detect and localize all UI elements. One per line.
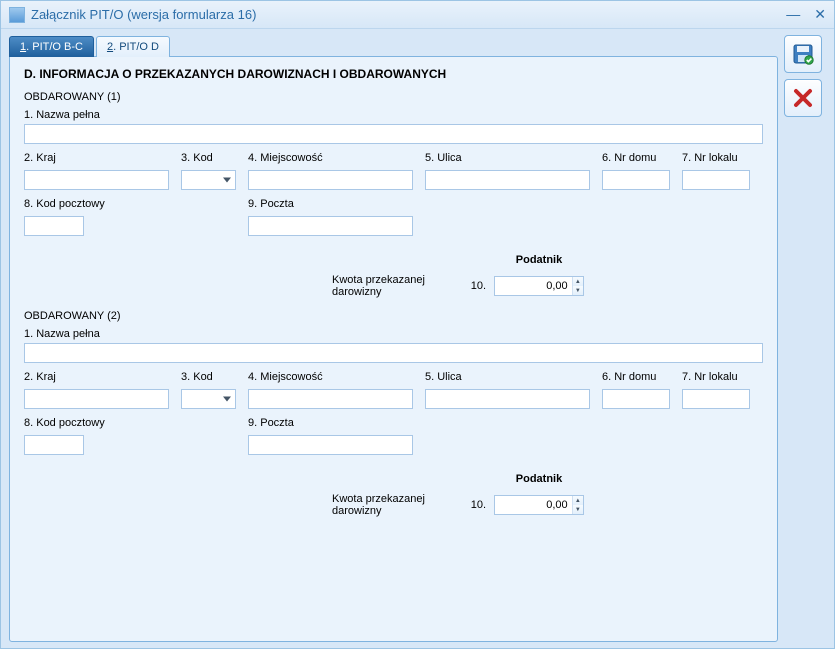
recipient-heading: OBDAROWANY (2) [24, 310, 763, 322]
tab-strip: 1 . PIT/O B-C 2 . PIT/O D [9, 35, 778, 57]
kwota-spinner[interactable]: ▲▼ [494, 276, 584, 296]
podatnik-header: Podatnik [494, 254, 584, 266]
minimize-button[interactable]: — [786, 6, 800, 23]
tab-pito-bc[interactable]: 1 . PIT/O B-C [9, 36, 94, 57]
poczta-input[interactable] [248, 216, 413, 236]
kwota-label: Kwota przekazanej darowizny [332, 274, 452, 298]
nazwa-label: 1. Nazwa pełna [24, 109, 763, 121]
nrlokalu-label: 7. Nr lokalu [682, 152, 750, 164]
ulica-label: 5. Ulica [425, 371, 590, 383]
window-controls: — ✕ [786, 6, 826, 23]
kodpoczt-input[interactable] [24, 216, 84, 236]
close-button[interactable]: ✕ [814, 6, 826, 23]
amount-block: Podatnik Kwota przekazanej darowizny 10.… [24, 473, 584, 517]
nrlokalu-label: 7. Nr lokalu [682, 371, 750, 383]
spinner-down-icon[interactable]: ▼ [573, 286, 583, 295]
kraj-input[interactable] [24, 389, 169, 409]
kwota-input[interactable] [495, 496, 572, 514]
nrdomu-label: 6. Nr domu [602, 152, 670, 164]
tab-pito-d[interactable]: 2 . PIT/O D [96, 36, 170, 57]
titlebar: Załącznik PIT/O (wersja formularza 16) —… [1, 1, 834, 29]
kwota-input[interactable] [495, 277, 572, 295]
nrlokalu-input[interactable] [682, 389, 750, 409]
miejscowosc-label: 4. Miejscowość [248, 371, 413, 383]
kraj-label: 2. Kraj [24, 371, 169, 383]
kwota-spinner[interactable]: ▲▼ [494, 495, 584, 515]
window-title: Załącznik PIT/O (wersja formularza 16) [31, 7, 256, 22]
amount-block: Podatnik Kwota przekazanej darowizny 10.… [24, 254, 584, 298]
spinner-up-icon[interactable]: ▲ [573, 277, 583, 286]
form-panel: D. INFORMACJA O PRZEKAZANYCH DAROWIZNACH… [9, 56, 778, 642]
poczta-label: 9. Poczta [248, 417, 413, 429]
poczta-input[interactable] [248, 435, 413, 455]
close-icon [791, 86, 815, 110]
miejscowosc-input[interactable] [248, 389, 413, 409]
recipient-block-1: OBDAROWANY (1) 1. Nazwa pełna 2. Kraj 3.… [24, 91, 763, 298]
kod-label: 3. Kod [181, 152, 236, 164]
podatnik-header: Podatnik [494, 473, 584, 485]
nazwa-input[interactable] [24, 124, 763, 144]
cancel-button[interactable] [784, 79, 822, 117]
app-icon [9, 7, 25, 23]
miejscowosc-label: 4. Miejscowość [248, 152, 413, 164]
kod-label: 3. Kod [181, 371, 236, 383]
recipient-block-2: OBDAROWANY (2) 1. Nazwa pełna 2. Kraj 3.… [24, 310, 763, 517]
recipient-heading: OBDAROWANY (1) [24, 91, 763, 103]
kodpoczt-input[interactable] [24, 435, 84, 455]
kraj-label: 2. Kraj [24, 152, 169, 164]
section-title: D. INFORMACJA O PRZEKAZANYCH DAROWIZNACH… [24, 67, 763, 81]
kwota-number: 10. [458, 499, 488, 511]
nrdomu-label: 6. Nr domu [602, 371, 670, 383]
kwota-label: Kwota przekazanej darowizny [332, 493, 452, 517]
kwota-number: 10. [458, 280, 488, 292]
miejscowosc-input[interactable] [248, 170, 413, 190]
window-root: Załącznik PIT/O (wersja formularza 16) —… [0, 0, 835, 649]
kraj-input[interactable] [24, 170, 169, 190]
left-column: 1 . PIT/O B-C 2 . PIT/O D D. INFORMACJA … [9, 35, 778, 642]
ulica-input[interactable] [425, 170, 590, 190]
right-toolbar [784, 35, 826, 642]
kod-combo[interactable] [181, 389, 236, 409]
poczta-label: 9. Poczta [248, 198, 413, 210]
nrdomu-input[interactable] [602, 389, 670, 409]
ulica-input[interactable] [425, 389, 590, 409]
body-area: 1 . PIT/O B-C 2 . PIT/O D D. INFORMACJA … [1, 29, 834, 648]
spinner-down-icon[interactable]: ▼ [573, 505, 583, 514]
nazwa-input[interactable] [24, 343, 763, 363]
spinner-up-icon[interactable]: ▲ [573, 496, 583, 505]
kod-combo[interactable] [181, 170, 236, 190]
ulica-label: 5. Ulica [425, 152, 590, 164]
kodpoczt-label: 8. Kod pocztowy [24, 198, 169, 210]
kodpoczt-label: 8. Kod pocztowy [24, 417, 169, 429]
save-button[interactable] [784, 35, 822, 73]
nrdomu-input[interactable] [602, 170, 670, 190]
nazwa-label: 1. Nazwa pełna [24, 328, 763, 340]
nrlokalu-input[interactable] [682, 170, 750, 190]
floppy-disk-icon [791, 42, 815, 66]
